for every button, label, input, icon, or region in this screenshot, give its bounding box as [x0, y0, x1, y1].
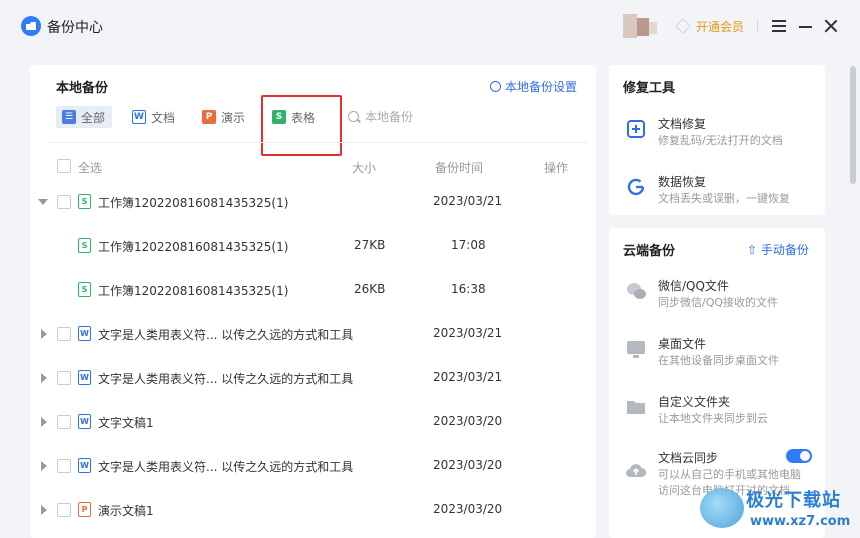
table-row[interactable]: W 文字文稿1 2023/03/20 [30, 400, 596, 444]
doc-repair-icon [627, 120, 645, 138]
custom-folder-item[interactable]: 自定义文件夹 让本地文件夹同步到云 [609, 390, 825, 436]
sheet-file-icon: S [78, 282, 91, 297]
word-file-icon: W [78, 458, 91, 473]
app-title: 备份中心 [47, 20, 103, 36]
cloud-upload-icon [626, 464, 647, 477]
desktop-icon [627, 341, 645, 358]
collapse-arrow-icon[interactable] [38, 199, 48, 205]
expand-arrow-icon[interactable] [41, 505, 47, 515]
watermark-logo-icon [700, 488, 744, 528]
table-row[interactable]: S 工作簿120220816081435325(1) 27KB 17:08 [30, 224, 596, 268]
row-checkbox[interactable] [57, 459, 71, 473]
file-size: 26KB [354, 282, 386, 296]
sheet-file-icon: S [78, 238, 91, 253]
data-recovery-tool[interactable]: 数据恢复 文档丢失或误删，一键恢复 [609, 170, 825, 216]
sheet-file-icon: S [78, 194, 91, 209]
doc-cloud-sync-toggle[interactable] [786, 449, 812, 463]
row-checkbox[interactable] [57, 503, 71, 517]
file-name: 文字是人类用表义符... 以传之久远的方式和工具 [98, 328, 354, 342]
file-name: 工作簿120220816081435325(1) [98, 284, 289, 298]
repair-tools-panel: 修复工具 文档修复 修复乱码/无法打开的文档 数据恢复 文档丢失或误删，一键恢复 [609, 65, 825, 215]
wechat-qq-files-item[interactable]: 微信/QQ文件 同步微信/QQ接收的文件 [609, 274, 825, 320]
file-name: 文字是人类用表义符... 以传之久远的方式和工具 [98, 372, 354, 386]
row-checkbox[interactable] [57, 415, 71, 429]
table-row[interactable]: W 文字是人类用表义符... 以传之久远的方式和工具 2023/03/21 [30, 356, 596, 400]
settings-icon [490, 81, 501, 92]
ppt-file-icon: P [78, 502, 91, 517]
expand-arrow-icon[interactable] [41, 373, 47, 383]
file-name: 文字是人类用表义符... 以传之久远的方式和工具 [98, 460, 354, 474]
cloud-backup-title: 云端备份 [623, 244, 676, 259]
backup-time: 2023/03/20 [433, 458, 503, 472]
row-checkbox[interactable] [57, 371, 71, 385]
backup-time: 2023/03/21 [433, 370, 503, 384]
divider [757, 19, 758, 33]
chat-icon [627, 283, 646, 299]
table-row[interactable]: P 演示文稿1 2023/03/20 [30, 488, 596, 532]
backup-time: 16:38 [451, 282, 486, 296]
tab-documents[interactable]: W 文档 [132, 106, 175, 128]
manual-backup-button[interactable]: ⇧ 手动备份 [747, 241, 809, 258]
data-recovery-icon [627, 178, 645, 196]
row-checkbox[interactable] [57, 195, 71, 209]
search-input[interactable]: 本地备份 [348, 108, 413, 125]
local-backup-panel: 本地备份 本地备份设置 ☰ 全部 W 文档 P 演示 S 表格 本地备份 全选 大小 备… [30, 65, 596, 538]
watermark: 极光下载站 www.xz7.com [700, 484, 855, 536]
repair-tools-title: 修复工具 [623, 81, 676, 96]
backup-time: 17:08 [451, 238, 486, 252]
word-file-icon: W [78, 370, 91, 385]
file-name: 工作簿120220816081435325(1) [98, 240, 289, 254]
select-all-checkbox[interactable] [57, 159, 71, 173]
local-backup-settings-link[interactable]: 本地备份设置 [490, 78, 577, 95]
panel-title: 本地备份 [56, 81, 109, 96]
expand-arrow-icon[interactable] [41, 417, 47, 427]
vip-icon [675, 18, 691, 34]
column-header-backup-time: 备份时间 [435, 161, 484, 175]
word-file-icon: W [78, 326, 91, 341]
expand-arrow-icon[interactable] [41, 329, 47, 339]
file-name: 文字文稿1 [98, 416, 154, 430]
menu-icon[interactable] [772, 20, 786, 32]
table-row[interactable]: S 工作簿120220816081435325(1) 2023/03/21 [30, 180, 596, 224]
list-icon: ☰ [62, 110, 76, 124]
doc-repair-tool[interactable]: 文档修复 修复乱码/无法打开的文档 [609, 112, 825, 158]
search-icon [348, 111, 359, 122]
column-header-size: 大小 [352, 161, 377, 175]
row-checkbox[interactable] [57, 327, 71, 341]
table-row[interactable]: W 文字是人类用表义符... 以传之久远的方式和工具 2023/03/21 [30, 312, 596, 356]
open-membership-link[interactable]: 开通会员 [696, 18, 744, 35]
column-header-action: 操作 [544, 161, 569, 175]
file-size: 27KB [354, 238, 386, 252]
word-icon: W [132, 110, 146, 124]
upload-icon: ⇧ [747, 243, 761, 257]
tab-all[interactable]: ☰ 全部 [56, 106, 112, 128]
minimize-icon[interactable] [799, 26, 812, 28]
word-file-icon: W [78, 414, 91, 429]
column-header-select-all[interactable]: 全选 [78, 159, 102, 176]
backup-time: 2023/03/21 [433, 194, 503, 208]
divider [48, 142, 588, 143]
highlight-annotation-box [261, 95, 342, 156]
table-row[interactable]: W 文字是人类用表义符... 以传之久远的方式和工具 2023/03/20 [30, 444, 596, 488]
expand-arrow-icon[interactable] [41, 461, 47, 471]
scrollbar[interactable] [850, 66, 856, 184]
table-row[interactable]: S 工作簿120220816081435325(1) 26KB 16:38 [30, 268, 596, 312]
title-bar: 备份中心 开通会员 [0, 0, 860, 52]
backup-center-logo-icon [21, 16, 41, 36]
close-icon[interactable] [824, 19, 838, 33]
desktop-files-item[interactable]: 桌面文件 在其他设备同步桌面文件 [609, 332, 825, 378]
file-name: 演示文稿1 [98, 504, 154, 518]
tab-presentations[interactable]: P 演示 [202, 106, 245, 128]
file-name: 工作簿120220816081435325(1) [98, 196, 289, 210]
avatar[interactable] [623, 14, 657, 38]
backup-time: 2023/03/20 [433, 414, 503, 428]
backup-time: 2023/03/21 [433, 326, 503, 340]
folder-icon [627, 401, 645, 414]
backup-time: 2023/03/20 [433, 502, 503, 516]
ppt-icon: P [202, 110, 216, 124]
